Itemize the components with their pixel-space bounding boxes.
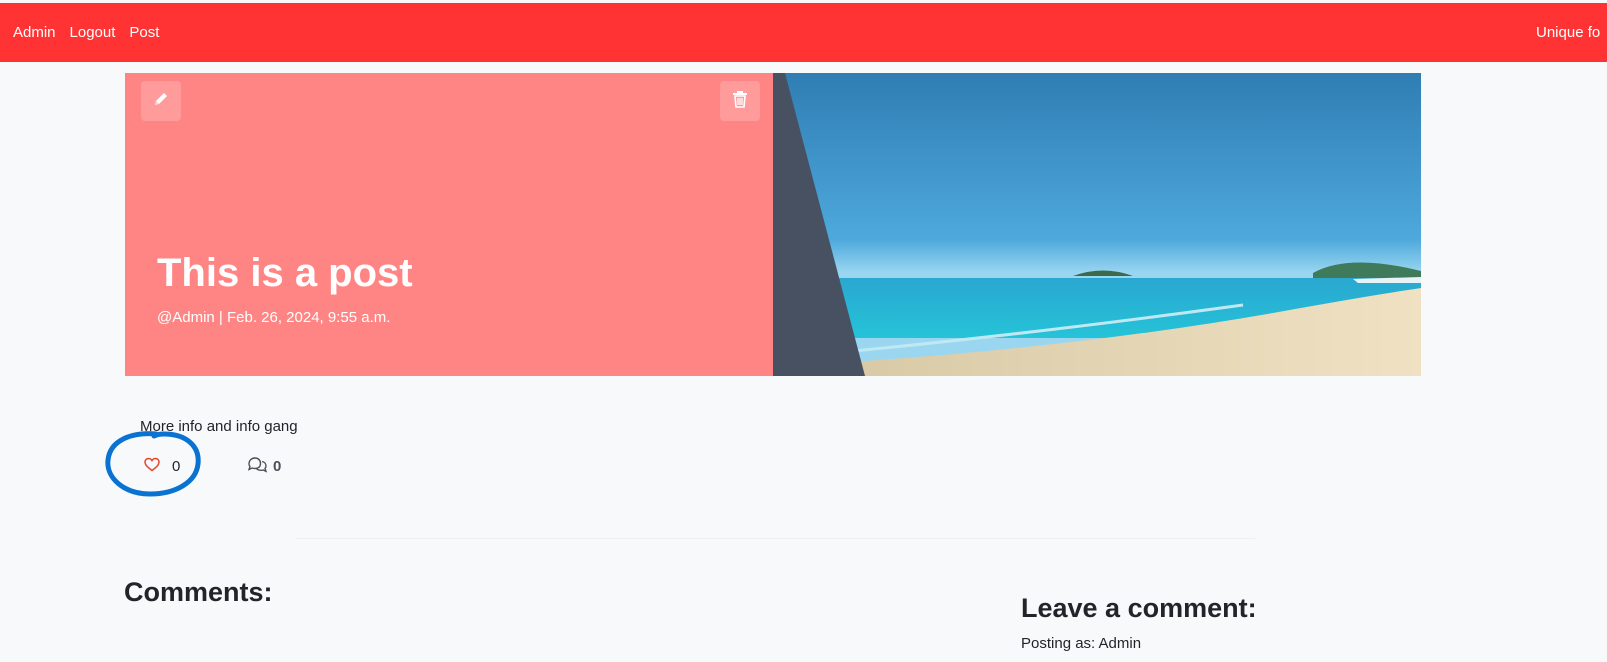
nav-link-post[interactable]: Post [129, 24, 159, 41]
comments-heading: Comments: [124, 577, 273, 607]
posting-as-label: Posting as: Admin [1021, 635, 1142, 652]
site-brand[interactable]: Unique fo [1536, 3, 1600, 62]
post-image [773, 73, 1421, 376]
top-navbar: Admin Logout Post Unique fo [0, 3, 1607, 62]
post-title: This is a post [157, 251, 413, 295]
nav-link-logout[interactable]: Logout [70, 24, 116, 41]
post-hero-panel: This is a post @Admin | Feb. 26, 2024, 9… [125, 73, 773, 376]
leave-comment-heading: Leave a comment: [1021, 593, 1257, 623]
comments-icon [247, 456, 268, 477]
pencil-icon [152, 90, 170, 113]
hand-drawn-circle-annotation [105, 431, 201, 497]
comment-count-badge[interactable]: 0 [247, 456, 281, 477]
nav-link-admin[interactable]: Admin [13, 24, 56, 41]
comment-count: 0 [273, 458, 282, 475]
section-divider [295, 538, 1255, 539]
delete-post-button[interactable] [720, 81, 760, 121]
nav-links: Admin Logout Post [0, 24, 173, 41]
post-hero: This is a post @Admin | Feb. 26, 2024, 9… [125, 73, 1421, 376]
trash-icon [732, 90, 748, 113]
post-meta: @Admin | Feb. 26, 2024, 9:55 a.m. [157, 309, 391, 326]
edit-post-button[interactable] [141, 81, 181, 121]
